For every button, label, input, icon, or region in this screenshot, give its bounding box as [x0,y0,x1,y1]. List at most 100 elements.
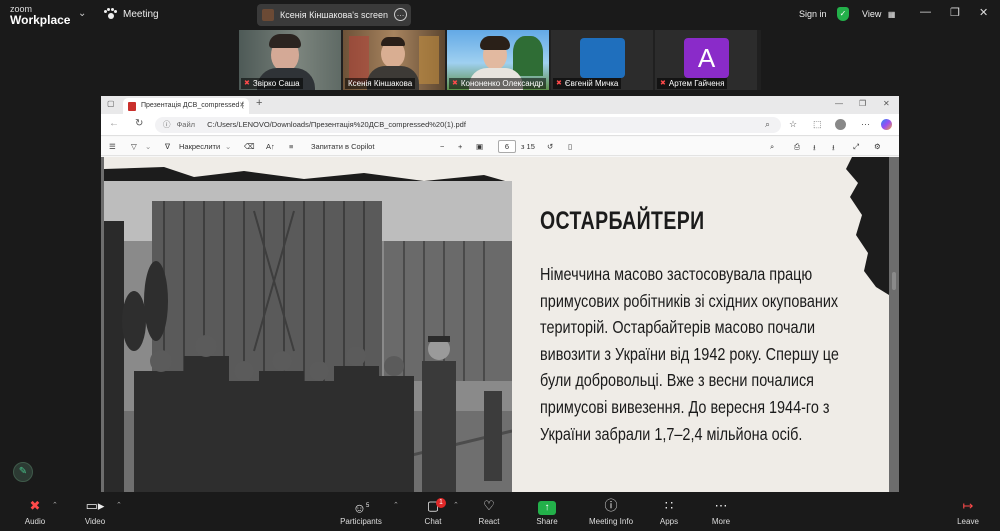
chevron-down-icon[interactable]: ⌄ [225,142,231,151]
draw-icon[interactable]: ∇ [165,142,170,151]
participant-tile[interactable]: A ✖ Артем Гайченя [655,30,757,90]
minimize-icon[interactable]: — [835,99,843,108]
more-button[interactable]: ⋯ More [696,497,746,526]
participant-name: Ксенія Кіншакова [345,78,416,89]
participants-button[interactable]: ☺5 Participants [336,497,386,526]
security-shield-icon[interactable]: ✓ [837,7,849,21]
shared-browser-window: ▢ Презентація ДСВ_compressed ( ✕ + — ❐ ✕… [101,96,899,492]
sharer-thumbnail [262,9,274,21]
meeting-info-label: Meeting Info [588,517,634,526]
eraser-icon[interactable]: ⌫ [244,142,255,151]
pdf-file-icon [128,102,136,111]
meeting-info-button[interactable]: ⓘ Meeting Info [586,497,636,526]
back-icon[interactable]: ← [109,118,119,129]
screen-share-indicator[interactable]: Ксенія Кіншакова's screen … [257,4,411,26]
leave-label: Leave [957,517,979,526]
pdf-scrollbar-thumb[interactable] [892,272,896,290]
chat-label: Chat [424,517,442,526]
extensions-icon[interactable]: ⬚ [813,119,822,130]
apps-icon: ∷ [664,498,674,513]
save-as-icon[interactable]: ⭳ [832,142,835,155]
highlight-icon[interactable]: ▽ [131,142,137,151]
share-label: Share [536,517,558,526]
contents-icon[interactable]: ☰ [109,142,116,151]
more-menu-icon[interactable]: ⋯ [861,119,870,130]
heart-icon: ♡ [483,498,495,513]
participant-name: ✖ Євгеній Мичка [553,78,622,89]
participant-tile[interactable]: ✖ Кононенко Олександр [447,30,549,90]
read-aloud-icon[interactable]: A↑ [266,142,275,151]
new-tab-icon[interactable]: + [256,97,262,109]
restore-icon[interactable]: ❐ [950,6,960,19]
profile-avatar[interactable] [835,119,846,130]
rotate-icon[interactable]: ↺ [547,142,553,151]
annotate-pencil-icon[interactable]: ✎ [13,462,33,482]
apps-button[interactable]: ∷ Apps [644,497,694,526]
draw-button[interactable]: Накреслити [179,142,220,151]
participant-tile[interactable]: ✖ Звірко Саша [239,30,341,90]
page-total: з 15 [521,142,535,151]
sign-in-link[interactable]: Sign in [799,9,827,19]
chevron-down-icon[interactable]: ⌄ [145,142,151,151]
print-icon[interactable]: ⎙ [794,142,800,152]
participants-label: Participants [340,517,382,526]
ask-copilot-button[interactable]: Запитати в Copilot [311,142,374,151]
view-button[interactable]: View ▦ [862,9,895,19]
muted-mic-icon: ✖ [452,80,458,87]
muted-mic-icon: ✖ [244,80,250,87]
pdf-slide-page: ОСТАРБАЙТЕРИ Німеччина масово застосовув… [104,157,889,492]
participant-name: ✖ Звірко Саша [241,78,303,89]
chat-bubble-icon: ▢ [426,498,440,513]
page-number-input[interactable]: 6 [498,140,516,153]
audio-options-chevron-icon[interactable]: ⌃ [52,501,58,509]
close-icon[interactable]: ✕ [883,99,890,108]
react-label: React [478,517,500,526]
tab-close-icon[interactable]: ✕ [239,98,245,114]
refresh-icon[interactable]: ↻ [135,118,143,129]
paw-icon [104,8,117,20]
more-label: More [711,517,731,526]
zoom-out-icon[interactable]: − [440,142,444,151]
url-field[interactable]: ⓘ Файл C:/Users/LENOVO/Downloads/Презент… [155,117,781,133]
two-page-view-icon[interactable]: ▯ [568,142,572,151]
save-icon[interactable]: ⭳ [813,142,816,155]
browser-tab-bar: ▢ Презентація ДСВ_compressed ( ✕ + — ❐ ✕ [101,96,899,114]
zoom-meeting-toolbar: ✖ Audio ⌃ ▭▸ Video ⌃ ☺5 Participants ⌃ ▢… [0,493,1000,531]
settings-icon[interactable]: ⚙ [874,142,881,151]
chat-unread-badge: 1 [436,498,446,508]
muted-mic-icon: ✖ [556,80,562,87]
favorite-star-icon[interactable]: ☆ [789,119,797,130]
fullscreen-icon[interactable]: ⤢ [853,142,859,152]
zoom-in-icon[interactable]: + [458,142,462,151]
info-icon: ⓘ [604,498,618,513]
tab-actions-icon[interactable]: ▢ [107,99,115,108]
zoom-top-bar: zoom Workplace ⌄ Meeting Ксенія Кіншаков… [0,0,1000,30]
close-icon[interactable]: ✕ [979,6,988,19]
zoom-icon[interactable]: ⌕ [765,119,770,130]
grid-view-icon: ▦ [887,10,896,19]
search-icon[interactable]: ⌕ [770,142,774,152]
chevron-down-icon[interactable]: ⌄ [78,8,86,19]
browser-tab[interactable]: Презентація ДСВ_compressed ( ✕ [123,98,249,114]
minimize-icon[interactable]: — [920,6,931,18]
translate-icon[interactable]: ≡ [289,142,293,151]
more-options-icon[interactable]: … [394,8,407,21]
fit-page-icon[interactable]: ▣ [476,142,483,151]
copilot-icon[interactable] [881,119,892,130]
react-button[interactable]: ♡ React [464,497,514,526]
chat-button[interactable]: ▢ 1 Chat [408,497,458,526]
zoom-window: zoom Workplace ⌄ Meeting Ксенія Кіншаков… [0,0,1000,531]
video-button[interactable]: ▭▸ Video [70,497,120,526]
meeting-menu[interactable]: Meeting [104,8,159,20]
pdf-viewport[interactable]: ОСТАРБАЙТЕРИ Німеччина масово застосовув… [101,157,899,492]
share-screen-button[interactable]: ↑ Share [522,497,572,526]
participant-tile-active-speaker[interactable]: Ксенія Кіншакова [343,30,445,90]
participant-tile[interactable]: ✖ Євгеній Мичка [551,30,653,90]
tab-title: Презентація ДСВ_compressed ( [141,102,244,109]
participants-options-chevron-icon[interactable]: ⌃ [393,501,399,509]
leave-button[interactable]: ↦ Leave [943,497,993,526]
video-options-chevron-icon[interactable]: ⌃ [116,501,122,509]
restore-icon[interactable]: ❐ [859,99,866,108]
leave-door-icon: ↦ [962,498,974,513]
chat-options-chevron-icon[interactable]: ⌃ [453,501,459,509]
